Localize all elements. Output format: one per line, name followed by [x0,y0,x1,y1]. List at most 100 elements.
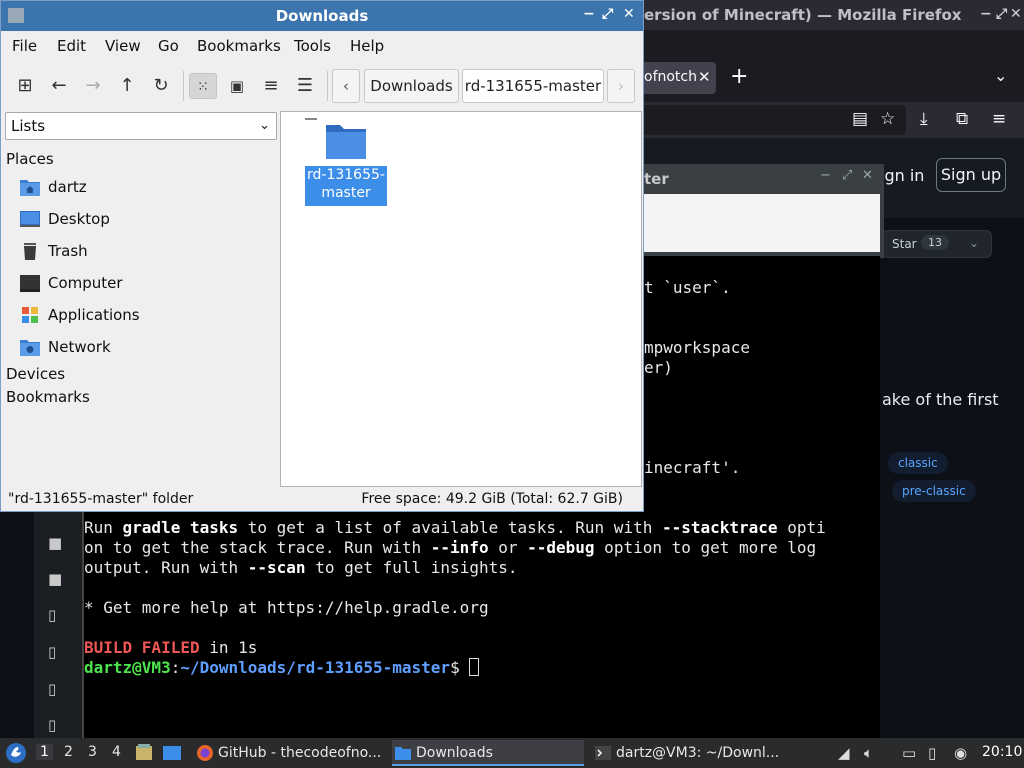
back-arrow-icon[interactable]: ← [45,73,73,99]
terminal-prompt[interactable]: dartz@VM3:~/Downloads/rd-131655-master$ [84,658,480,678]
volume-icon[interactable]: 🔈︎ [864,744,873,762]
maximize-button[interactable]: ⤢ [996,6,1007,22]
menu-edit[interactable]: Edit [57,37,86,55]
menu-bookmarks[interactable]: Bookmarks [197,37,281,55]
topic-tag[interactable]: classic [888,452,948,474]
task-label: dartz@VM3: ~/Downl... [616,745,780,761]
file-icon[interactable]: ▯ [48,680,56,698]
close-button[interactable]: ✕ [862,168,873,183]
computer-icon [20,275,40,292]
bookmark-star-icon[interactable]: ☆ [880,109,895,129]
breadcrumb-scroll-left-icon[interactable]: ‹ [332,69,360,103]
new-tab-button[interactable]: + [730,64,748,89]
bookmarks-heading[interactable]: Bookmarks [6,388,90,406]
minimize-button[interactable]: − [820,168,831,183]
workspace-3[interactable]: 3 [88,744,97,760]
task-firefox[interactable]: GitHub - thecodeofno... [194,740,386,766]
file-icon[interactable]: ▯ [48,606,56,624]
folder-icon[interactable]: ■ [48,534,62,552]
menu-view[interactable]: View [105,37,141,55]
sidebar-item-label: Applications [48,306,140,324]
close-tab-icon[interactable]: ✕ [698,68,711,86]
sidebar-item-computer[interactable]: Computer [19,271,269,297]
file-icon[interactable]: ▯ [48,643,56,661]
task-downloads[interactable]: Downloads [392,740,584,766]
sidebar-item-trash[interactable]: Trash [19,239,269,265]
task-label: GitHub - thecodeofno... [218,745,382,761]
browser-tab[interactable]: ofnotch ✕ [644,62,716,94]
minimize-button[interactable]: − [980,6,992,22]
folder-icon[interactable]: ■ [48,570,62,588]
downloads-icon[interactable]: ⤓ [920,109,928,129]
clock[interactable]: 20:10 [982,744,1022,760]
menu-icon[interactable]: ≡ [992,109,1006,129]
build-failed-text: BUILD FAILED [84,638,200,657]
breadcrumb-scroll-right-icon[interactable]: › [607,69,635,103]
file-manager-launcher-icon[interactable] [134,743,154,763]
reload-icon[interactable]: ↻ [147,73,175,99]
network-tray-icon[interactable]: ▭ [902,744,916,762]
side-pane-mode-select[interactable]: Lists ⌄ [5,112,277,140]
sign-up-button[interactable]: Sign up [936,158,1006,192]
selection-marker [305,118,317,120]
star-button[interactable]: Star 13 ⌄ [882,230,992,258]
sign-in-link[interactable]: ign in [880,166,924,185]
folder-view[interactable]: rd-131655- master [280,111,642,487]
close-button[interactable]: ✕ [1010,6,1022,22]
show-desktop-icon[interactable] [162,743,182,763]
editor-window-title: ter [644,170,669,188]
menu-go[interactable]: Go [158,37,179,55]
sidebar-item-applications[interactable]: Applications [19,303,269,329]
network-status-icon[interactable]: ◢ [838,744,850,762]
task-terminal[interactable]: dartz@VM3: ~/Downl... [592,740,784,766]
folder-item[interactable]: rd-131655- master [305,118,387,206]
topic-tag[interactable]: pre-classic [892,480,976,502]
file-manager-window: Downloads − ⤢ ✕ File Edit View Go Bookma… [0,0,644,512]
workspace-4[interactable]: 4 [112,744,121,760]
clipboard-icon[interactable]: ▯ [928,744,936,762]
detailed-list-view-icon[interactable]: ☰ [291,73,319,99]
sidebar-item-desktop[interactable]: Desktop [19,207,269,233]
forward-arrow-icon[interactable]: → [79,73,107,99]
sidebar-item-home[interactable]: dartz [19,175,269,201]
start-menu-icon[interactable] [5,742,27,764]
close-button[interactable]: ✕ [623,6,635,22]
maximize-button[interactable]: ⤢ [842,168,852,183]
task-label: Downloads [416,745,493,761]
menu-help[interactable]: Help [350,37,384,55]
home-folder-icon [20,180,40,196]
new-tab-icon[interactable]: ⊞ [11,73,39,99]
reader-view-icon[interactable]: ▤ [852,109,868,129]
devices-heading[interactable]: Devices [6,365,65,383]
side-pane-mode-value: Lists [11,117,46,135]
folder-icon [395,747,411,760]
maximize-button[interactable]: ⤢ [602,6,613,22]
desktop-icon [20,211,40,227]
terminal-line: * Get more help at https://help.gradle.o… [84,598,489,617]
up-arrow-icon[interactable]: ↑ [113,73,141,99]
toolbar-separator [183,71,184,101]
icon-view-icon[interactable]: ⁙ [189,73,217,99]
chevron-down-icon[interactable]: ⌄ [969,236,979,250]
thumbnail-view-icon[interactable]: ▣ [223,73,251,99]
compact-view-icon[interactable]: ≡ [257,73,285,99]
sidebar-item-label: Computer [48,274,123,292]
places-heading: Places [6,150,54,168]
minimize-button[interactable]: − [583,6,595,22]
breadcrumb-downloads[interactable]: Downloads [364,69,459,103]
extensions-icon[interactable]: ⧉ [956,109,968,129]
editor-content-area[interactable] [644,194,880,252]
update-notifier-icon[interactable]: ◉ [954,744,967,762]
applications-icon [22,307,38,323]
sidebar-item-label: Desktop [48,210,110,228]
menu-file[interactable]: File [12,37,37,55]
workspace-1[interactable]: 1 [36,744,53,760]
menu-tools[interactable]: Tools [294,37,331,55]
firefox-window-title: ersion of Minecraft) — Mozilla Firefox [644,6,962,24]
file-icon[interactable]: ▯ [48,716,56,734]
breadcrumb-current-folder[interactable]: rd-131655-master [462,69,604,103]
sidebar-item-network[interactable]: Network [19,335,269,361]
workspace-2[interactable]: 2 [64,744,73,760]
list-all-tabs-icon[interactable]: ⌄ [994,66,1007,85]
network-icon [20,340,40,356]
